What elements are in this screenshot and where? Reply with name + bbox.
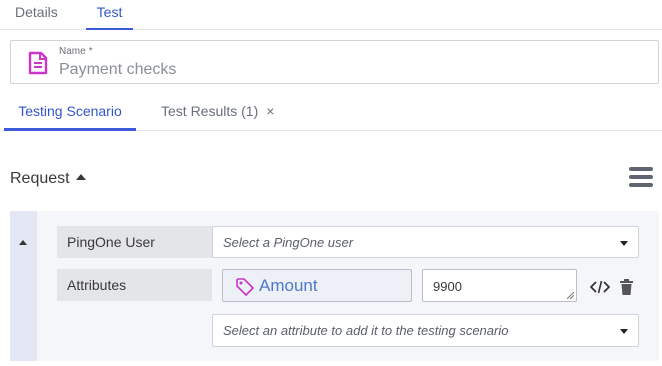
add-attribute-select[interactable]: Select an attribute to add it to the tes… (212, 314, 639, 347)
request-section-header[interactable]: Request (10, 170, 86, 188)
add-attribute-placeholder: Select an attribute to add it to the tes… (223, 323, 509, 338)
attribute-value-input[interactable]: 9900 (422, 269, 577, 302)
tab-details[interactable]: Details (15, 4, 58, 30)
resize-handle-icon[interactable] (567, 292, 574, 299)
tag-icon (236, 278, 254, 296)
close-tab-icon[interactable]: × (266, 103, 274, 119)
attribute-name: Amount (259, 276, 318, 295)
name-value[interactable]: Payment checks (59, 61, 176, 79)
trash-icon[interactable] (620, 279, 633, 295)
pingone-user-placeholder: Select a PingOne user (223, 235, 354, 250)
name-label: Name * (59, 46, 93, 57)
document-icon (28, 51, 48, 75)
name-label-text: Name (59, 46, 86, 57)
tab-test-results[interactable]: Test Results (1) × (161, 103, 274, 119)
tab-test[interactable]: Test (86, 4, 133, 30)
collapse-rail[interactable] (10, 211, 37, 361)
name-field[interactable]: Name * Payment checks (10, 40, 659, 84)
tab-test-results-label: Test Results (1) (161, 103, 259, 119)
chevron-down-icon (620, 329, 628, 334)
pingone-user-label: PingOne User (57, 226, 212, 258)
attribute-value: 9900 (433, 279, 462, 294)
required-marker: * (88, 46, 93, 57)
tab-testing-scenario[interactable]: Testing Scenario (4, 103, 136, 131)
chevron-down-icon (620, 241, 628, 246)
sub-tab-bar: Testing Scenario Test Results (1) × (0, 94, 662, 131)
top-tab-bar: Details Test (0, 0, 662, 30)
code-icon[interactable] (590, 279, 610, 295)
request-title: Request (10, 170, 70, 187)
attribute-chip[interactable]: Amount (222, 269, 412, 302)
collapse-caret-icon[interactable] (19, 240, 27, 245)
hamburger-menu-icon[interactable] (629, 167, 653, 191)
pingone-user-select[interactable]: Select a PingOne user (212, 226, 639, 258)
attributes-label: Attributes (57, 269, 212, 301)
caret-up-icon (75, 174, 86, 180)
